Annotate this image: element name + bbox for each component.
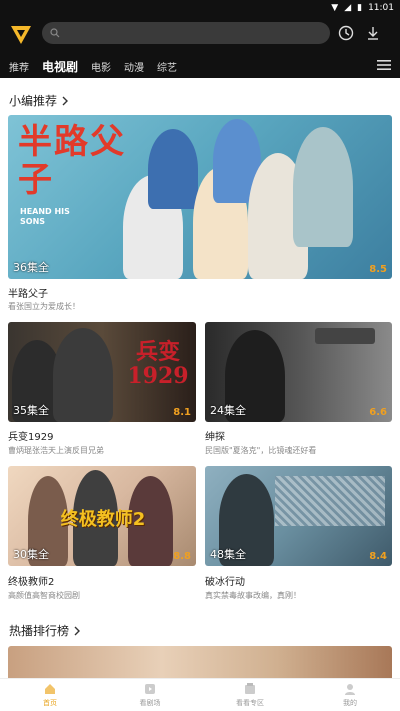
rating-score: 8.4 <box>369 551 387 562</box>
poster-title-art: 终极教师2 <box>60 509 146 530</box>
signal-icon: ▼ <box>331 3 339 13</box>
show-desc: 曹炳琨张浩天上演反目兄弟 <box>8 446 104 455</box>
show-desc: 真实禁毒故事改编，真刚！ <box>205 591 301 600</box>
rating-score: 6.6 <box>369 407 387 418</box>
menu-icon[interactable] <box>376 58 392 72</box>
tab-recommend[interactable]: 推荐 <box>9 59 29 74</box>
bottom-nav: 首页 看剧场 看看专区 我的 <box>0 678 400 711</box>
poster-title-art: 半路父子 <box>18 122 126 200</box>
show-card[interactable]: 终极教师2 30集全 8.8 <box>8 466 196 566</box>
status-bar: ▼ ◢ ▮ 11:01 <box>0 0 400 16</box>
show-title[interactable]: 终极教师2 <box>8 573 54 588</box>
show-title[interactable]: 绅探 <box>205 428 225 443</box>
show-desc: 民国版"夏洛克"，比镜魂还好看 <box>205 446 317 455</box>
poster-title-art: 兵变1929 <box>127 339 189 389</box>
search-icon <box>50 28 60 38</box>
nav-label: 我的 <box>343 699 357 707</box>
zone-icon <box>245 683 255 694</box>
rating-score: 8.1 <box>173 407 191 418</box>
cast-figure <box>53 328 113 422</box>
cast-figure <box>293 127 353 247</box>
tab-variety[interactable]: 综艺 <box>157 59 177 74</box>
nav-label: 看看专区 <box>236 699 264 707</box>
show-title[interactable]: 兵变1929 <box>8 428 53 443</box>
episode-count: 24集全 <box>210 404 246 417</box>
ranking-banner[interactable] <box>8 646 392 678</box>
featured-desc: 看张国立为爱成长！ <box>8 302 80 311</box>
cell-icon: ◢ <box>344 3 352 13</box>
tab-tv-series[interactable]: 电视剧 <box>42 58 78 75</box>
nav-label: 看剧场 <box>139 699 161 707</box>
poster-en-title: HEAND HIS SONS <box>20 207 70 226</box>
show-card[interactable]: 48集全 8.4 <box>205 466 392 566</box>
top-bar: 推荐 电视剧 电影 动漫 综艺 <box>0 16 400 78</box>
nav-label: 首页 <box>43 699 57 707</box>
profile-icon <box>345 684 355 695</box>
show-card[interactable]: 兵变1929 35集全 8.1 <box>8 322 196 422</box>
cast-figure <box>148 129 198 209</box>
nav-zone[interactable]: 看看专区 <box>200 679 300 711</box>
featured-card[interactable]: 半路父子 HEAND HIS SONS 36集全 8.5 <box>8 115 392 279</box>
show-title[interactable]: 破冰行动 <box>205 573 245 588</box>
net-shape <box>275 476 385 526</box>
section-title-text: 小编推荐 <box>9 94 58 108</box>
nav-home[interactable]: 首页 <box>0 679 100 711</box>
history-icon[interactable] <box>337 24 355 42</box>
episode-count: 48集全 <box>210 548 246 561</box>
category-tabs: 推荐 电视剧 电影 动漫 综艺 <box>0 54 400 78</box>
chevron-right-icon <box>62 96 69 105</box>
rating-score: 8.5 <box>369 264 387 275</box>
section-editor-picks[interactable]: 小编推荐 <box>9 92 69 109</box>
tab-anime[interactable]: 动漫 <box>124 59 144 74</box>
episode-count: 30集全 <box>13 548 49 561</box>
nav-profile[interactable]: 我的 <box>300 679 400 711</box>
section-title-text: 热播排行榜 <box>9 624 70 638</box>
section-hot-ranking[interactable]: 热播排行榜 <box>9 622 81 639</box>
show-card[interactable]: 24集全 6.6 <box>205 322 392 422</box>
featured-title[interactable]: 半路父子 <box>8 285 48 300</box>
app-logo-icon[interactable] <box>8 22 34 48</box>
theater-icon <box>145 684 155 694</box>
chevron-right-icon <box>74 626 81 635</box>
nav-theater[interactable]: 看剧场 <box>100 679 200 711</box>
battery-icon: ▮ <box>357 3 363 13</box>
tab-movie[interactable]: 电影 <box>91 59 111 74</box>
show-desc: 高颜值高智商校园剧 <box>8 591 80 600</box>
home-icon <box>45 684 55 694</box>
gun-shape <box>315 328 375 344</box>
episode-count: 35集全 <box>13 404 49 417</box>
episode-count: 36集全 <box>13 261 49 274</box>
download-icon[interactable] <box>364 24 382 42</box>
search-bar[interactable] <box>42 22 330 44</box>
status-time: 11:01 <box>368 3 394 13</box>
rating-score: 8.8 <box>173 551 191 562</box>
